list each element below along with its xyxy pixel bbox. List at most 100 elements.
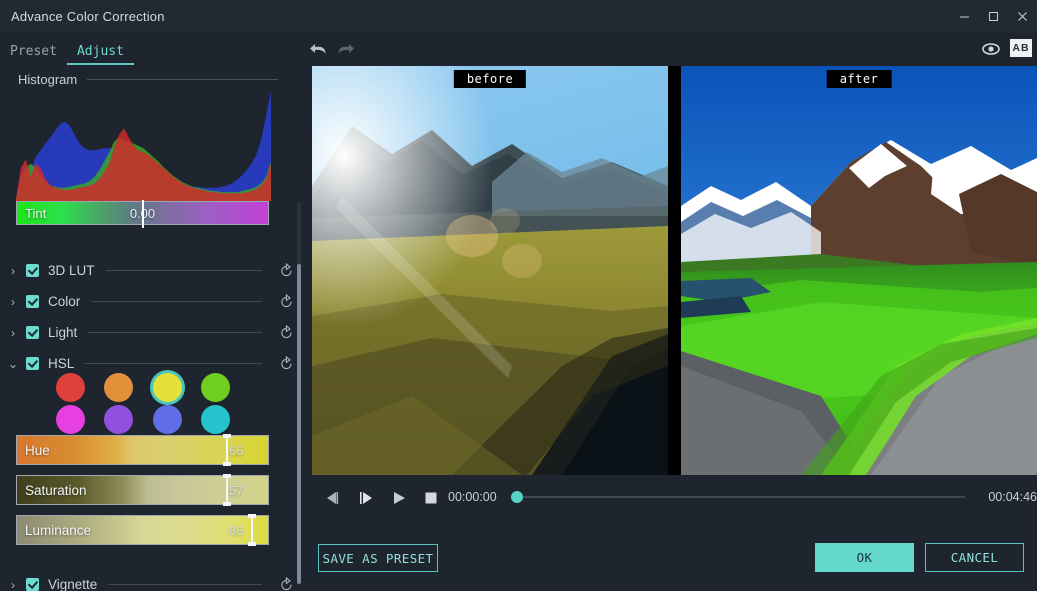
previous-frame-button[interactable] [322,487,344,509]
reset-button-vignette[interactable] [272,577,300,591]
window-title: Advance Color Correction [11,9,165,24]
saturation-value: 57 [229,482,244,498]
swatch-green[interactable] [201,373,230,402]
section-divider [88,332,262,333]
section-row-light[interactable]: › Light [0,317,300,348]
redo-button[interactable] [335,38,357,60]
minimize-icon [960,16,969,18]
section-row-3d-lut[interactable]: › 3D LUT [0,255,300,286]
swatch-red[interactable] [56,373,85,402]
swatch-yellow[interactable] [153,373,182,402]
play-icon [394,492,405,504]
reset-icon [280,577,292,591]
transport-controls: 00:00:00 00:04:46 [312,482,1037,514]
current-time-label: 00:00:00 [448,490,497,504]
redo-arrow-icon [338,44,354,54]
hue-value: 66 [229,442,244,458]
maximize-button[interactable] [979,0,1008,33]
swatch-blue[interactable] [153,405,182,434]
section-label-3d-lut: 3D LUT [48,263,95,278]
stop-icon [425,492,437,504]
hsl-color-swatches [52,373,242,441]
toggle-effect-visibility-button[interactable] [981,40,1001,58]
chevron-right-icon[interactable]: › [0,295,26,309]
checkbox-3d-lut[interactable] [26,264,39,277]
save-as-preset-button[interactable]: SAVE AS PRESET [318,544,438,572]
checkbox-hsl[interactable] [26,357,39,370]
reset-icon [280,294,292,308]
ab-compare-label: AB [1012,42,1030,54]
saturation-label: Saturation [25,482,87,498]
reset-button-3d-lut[interactable] [272,263,300,278]
luminance-slider-knob[interactable] [248,514,256,546]
tint-slider-knob[interactable] [141,200,144,228]
swatch-orange[interactable] [104,373,133,402]
before-label: before [453,70,527,88]
save-as-preset-label: SAVE AS PRESET [322,550,434,566]
after-image [681,66,1037,475]
histogram-chart [16,91,271,201]
stop-button[interactable] [420,487,442,509]
section-label-hsl: HSL [48,356,75,371]
reset-button-hsl[interactable] [272,356,300,371]
preview-after: after [681,66,1037,475]
histogram-divider [87,79,278,80]
checkbox-light[interactable] [26,326,39,339]
luminance-slider[interactable]: Luminance 86 [16,514,269,546]
window-controls [950,0,1037,33]
title-bar: Advance Color Correction [0,0,1037,33]
chevron-right-icon[interactable]: › [0,578,26,591]
video-preview[interactable]: before after [312,66,1037,475]
hue-slider-knob[interactable] [223,434,231,466]
preview-toolbar: AB [290,33,1037,65]
reset-button-color[interactable] [272,294,300,309]
tint-slider[interactable]: Tint 0.00 [16,200,269,228]
histogram-header: Histogram [18,72,278,87]
section-label-color: Color [48,294,81,309]
chevron-down-icon[interactable]: ⌄ [0,357,26,371]
preview-before: before [312,66,668,475]
next-frame-button[interactable] [355,487,377,509]
section-divider [85,363,262,364]
minimize-button[interactable] [950,0,979,33]
swatch-purple[interactable] [104,405,133,434]
next-frame-icon [360,492,372,504]
chevron-right-icon[interactable]: › [0,326,26,340]
section-divider [108,584,262,585]
tab-adjust[interactable]: Adjust [66,44,134,65]
checkbox-color[interactable] [26,295,39,308]
saturation-slider[interactable]: Saturation 57 [16,474,269,506]
panel-scrollbar[interactable] [297,202,301,584]
saturation-slider-knob[interactable] [223,474,231,506]
preview-divider[interactable] [668,66,681,475]
ok-label: OK [856,550,873,565]
histogram-title: Histogram [18,72,78,87]
prev-frame-icon [327,492,339,504]
ok-button[interactable]: OK [815,543,914,572]
checkbox-vignette[interactable] [26,578,39,591]
reset-icon [280,263,292,277]
reset-button-light[interactable] [272,325,300,340]
cancel-button[interactable]: CANCEL [925,543,1024,572]
hue-slider[interactable]: Hue 66 [16,434,269,466]
close-icon [1018,12,1027,21]
section-label-vignette: Vignette [48,577,98,591]
section-row-color[interactable]: › Color [0,286,300,317]
luminance-label: Luminance [25,522,92,538]
undo-button[interactable] [307,38,329,60]
chevron-right-icon[interactable]: › [0,264,26,278]
adjust-panel: Histogram Tint 0.00 › 3D LUT [0,65,300,591]
swatch-magenta[interactable] [56,405,85,434]
section-row-vignette[interactable]: › Vignette [0,569,300,591]
undo-arrow-icon [310,44,326,54]
swatch-cyan[interactable] [201,405,230,434]
play-button[interactable] [388,487,410,509]
ab-compare-button[interactable]: AB [1010,39,1032,57]
tint-label: Tint [25,205,47,221]
section-divider [105,270,262,271]
close-button[interactable] [1008,0,1037,33]
panel-scrollbar-thumb[interactable] [297,264,301,584]
tab-preset[interactable]: Preset [0,44,67,65]
timeline-track[interactable] [517,496,965,498]
timeline-playhead[interactable] [511,491,523,503]
